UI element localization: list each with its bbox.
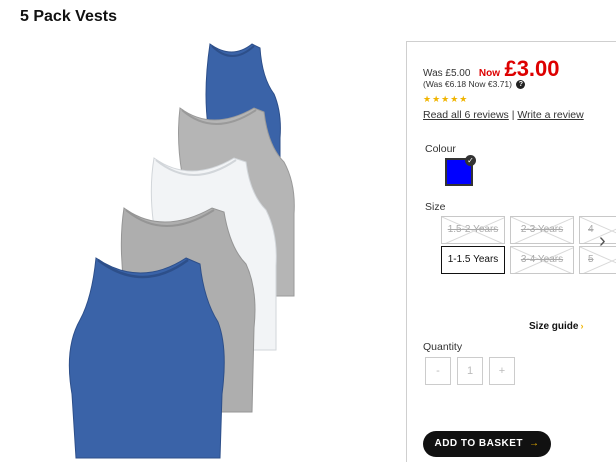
quantity-decrease-button[interactable]: - xyxy=(425,357,451,385)
quantity-label: Quantity xyxy=(423,341,463,353)
write-review-link[interactable]: Write a review xyxy=(517,109,583,121)
reviews-row: Read all 6 reviews | Write a review xyxy=(423,109,584,121)
arrow-right-icon: → xyxy=(529,438,540,449)
product-page: 5 Pack Vests Was £5.00 Now £3.00 (Was €6… xyxy=(0,0,616,462)
size-guide-label: Size guide xyxy=(529,321,579,332)
add-to-basket-label: ADD TO BASKET xyxy=(434,438,524,449)
size-option-5[interactable]: 5 xyxy=(579,246,616,274)
euro-price: (Was €6.18 Now €3.71) ? xyxy=(423,79,526,90)
size-option-label: 1-1.5 Years xyxy=(447,254,499,265)
now-label: Now xyxy=(478,68,500,79)
colour-label: Colour xyxy=(425,143,456,155)
page-title: 5 Pack Vests xyxy=(20,8,117,25)
read-reviews-link[interactable]: Read all 6 reviews xyxy=(423,109,509,121)
size-option-2-3-years[interactable]: 2-3 Years xyxy=(510,216,574,244)
purchase-panel: Was £5.00 Now £3.00 (Was €6.18 Now €3.71… xyxy=(406,41,616,462)
size-option-label: 2-3 Years xyxy=(520,224,564,235)
help-icon[interactable]: ? xyxy=(516,80,526,90)
chevron-right-icon[interactable]: › xyxy=(599,230,606,253)
size-option-label: 3-4 Years xyxy=(520,254,564,265)
now-price: £3.00 xyxy=(504,56,560,81)
add-to-basket-button[interactable]: ADD TO BASKET → xyxy=(423,431,551,457)
unavailable-cross-icon xyxy=(580,217,616,243)
size-option-label: 1.5-2 Years xyxy=(447,224,499,235)
size-option-1-1-5-years[interactable]: 1-1.5 Years xyxy=(441,246,505,274)
size-guide-link[interactable]: Size guide › xyxy=(529,321,583,332)
size-option-label: 5 xyxy=(588,254,594,265)
size-option-3-4-years[interactable]: 3-4 Years xyxy=(510,246,574,274)
vest-blue-front xyxy=(68,257,225,459)
size-option-4[interactable]: 4 xyxy=(579,216,616,244)
reviews-separator: | xyxy=(511,109,515,121)
size-option-1-5-2-years[interactable]: 1.5-2 Years xyxy=(441,216,505,244)
rating-stars: ★★★★★ xyxy=(423,94,469,104)
quantity-increase-button[interactable]: + xyxy=(489,357,515,385)
size-label: Size xyxy=(425,201,446,213)
euro-price-text: (Was €6.18 Now €3.71) xyxy=(423,79,512,89)
quantity-input[interactable]: 1 xyxy=(457,357,483,385)
check-icon: ✓ xyxy=(465,155,476,166)
product-image xyxy=(68,43,295,459)
unavailable-cross-icon xyxy=(580,247,616,273)
arrow-right-icon: › xyxy=(580,321,584,331)
colour-swatch-blue[interactable]: ✓ xyxy=(445,155,476,186)
size-option-label: 4 xyxy=(588,224,594,235)
was-price: Was £5.00 xyxy=(423,68,471,79)
